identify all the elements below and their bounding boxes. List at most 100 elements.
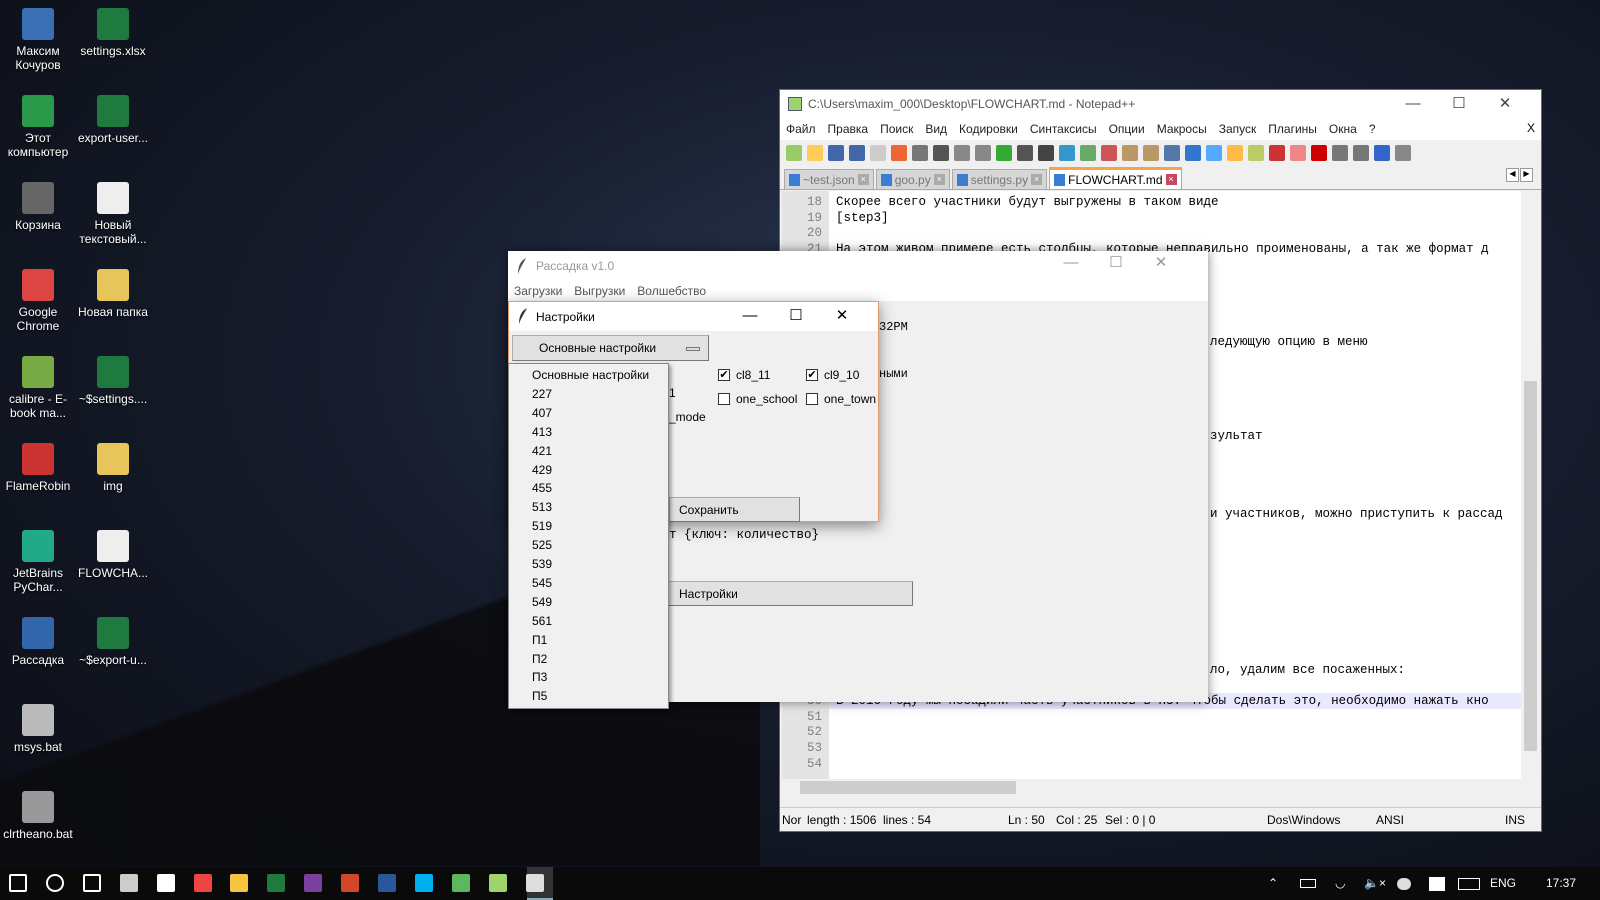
dropdown-option[interactable]: 513 [532, 500, 552, 514]
toolbar-button[interactable] [912, 145, 928, 161]
desktop-icon[interactable]: Новый текстовый... [75, 182, 151, 246]
tab-scroll-right[interactable]: ▶ [1520, 168, 1533, 182]
menu-zagruzki[interactable]: Загрузки [514, 284, 562, 298]
menu-item[interactable]: ? [1369, 122, 1376, 136]
dropdown-option[interactable]: 561 [532, 614, 552, 628]
toolbar-button[interactable] [1101, 145, 1117, 161]
desktop-icon[interactable]: Корзина [0, 182, 76, 232]
dropdown-option[interactable]: 407 [532, 406, 552, 420]
toolbar-button[interactable] [1290, 145, 1306, 161]
toolbar-button[interactable] [1353, 145, 1369, 161]
dropdown-option[interactable]: 549 [532, 595, 552, 609]
tab-3[interactable]: FLOWCHART.md × [1049, 167, 1182, 189]
toolbar-button[interactable] [1059, 145, 1075, 161]
toolbar-button[interactable] [1248, 145, 1264, 161]
tab-scroll-left[interactable]: ◀ [1506, 168, 1519, 182]
rassadka-icon[interactable] [525, 874, 544, 892]
dropdown-option[interactable]: Основные настройки [532, 368, 649, 382]
search-icon[interactable] [45, 874, 64, 892]
tab-close-icon[interactable]: × [933, 174, 945, 185]
toolbar-button[interactable] [1122, 145, 1138, 161]
menu-close-doc[interactable]: X [1527, 121, 1535, 135]
action-center-icon[interactable] [1429, 877, 1445, 891]
vertical-scrollbar[interactable] [1522, 191, 1539, 779]
desktop-icon[interactable]: Рассадка [0, 617, 76, 667]
menu-item[interactable]: Файл [786, 122, 816, 136]
save-button[interactable]: Сохранить [669, 497, 800, 522]
menu-item[interactable]: Опции [1109, 122, 1145, 136]
start-icon[interactable] [9, 874, 27, 892]
checkbox-one_town[interactable]: one_town [806, 392, 876, 406]
maximize-button[interactable]: ☐ [1436, 90, 1482, 118]
skype-icon[interactable] [414, 874, 433, 892]
clock[interactable]: 17:37 [1546, 876, 1576, 890]
toolbar-button[interactable] [933, 145, 949, 161]
menu-volshebstvo[interactable]: Волшебство [637, 284, 706, 298]
desktop-icon[interactable]: Максим Кочуров [0, 8, 76, 72]
toolbar-button[interactable] [954, 145, 970, 161]
desktop-icon[interactable]: Этот компьютер [0, 95, 76, 159]
toolbar-button[interactable] [1164, 145, 1180, 161]
tab-2[interactable]: settings.py × [951, 169, 1048, 189]
tab-0[interactable]: ~test.json × [784, 169, 874, 189]
tab-close-icon[interactable]: × [1031, 174, 1043, 185]
close-button[interactable]: ✕ [1138, 249, 1184, 277]
toolbar-button[interactable] [1269, 145, 1285, 161]
dropdown-option[interactable]: 429 [532, 463, 552, 477]
section-optionmenu[interactable]: Основные настройки [512, 335, 709, 361]
desktop-icon[interactable]: ~$settings.... [75, 356, 151, 406]
toolbar-button[interactable] [786, 145, 802, 161]
close-button[interactable]: ✕ [1482, 90, 1528, 118]
wifi-icon[interactable]: ◡ [1335, 876, 1345, 890]
volume-muted-icon[interactable]: 🔈× [1364, 876, 1386, 890]
checkbox-box[interactable] [718, 393, 730, 405]
checkbox-box[interactable]: ✔ [718, 369, 730, 381]
desktop-icon[interactable]: clrtheano.bat [0, 791, 76, 841]
task-view-icon[interactable] [82, 874, 101, 892]
explorer-icon[interactable] [230, 874, 249, 892]
maximize-button[interactable]: ☐ [773, 302, 819, 330]
excel-icon[interactable] [267, 874, 286, 892]
minimize-button[interactable]: — [1390, 90, 1436, 118]
dropdown-option[interactable]: 519 [532, 519, 552, 533]
toolbar-button[interactable] [1374, 145, 1390, 161]
menu-item[interactable]: Поиск [880, 122, 913, 136]
toolbar-button[interactable] [1227, 145, 1243, 161]
menu-item[interactable]: Вид [925, 122, 947, 136]
toolbar-button[interactable] [849, 145, 865, 161]
utorrent-icon[interactable] [451, 874, 470, 892]
tab-close-icon[interactable]: × [857, 174, 869, 185]
scroll-thumb[interactable] [1524, 381, 1537, 751]
toolbar-button[interactable] [807, 145, 823, 161]
horizontal-scrollbar[interactable] [782, 779, 1504, 796]
checkbox-one_school[interactable]: one_school [718, 392, 797, 406]
desktop-icon[interactable]: calibre - E-book ma... [0, 356, 76, 420]
minimize-button[interactable]: — [727, 302, 773, 330]
desktop-icon[interactable]: JetBrains PyChar... [0, 530, 76, 594]
toolbar-button[interactable] [975, 145, 991, 161]
menu-item[interactable]: Кодировки [959, 122, 1018, 136]
desktop-icon[interactable]: Google Chrome [0, 269, 76, 333]
menu-vygruzki[interactable]: Выгрузки [574, 284, 625, 298]
close-button[interactable]: ✕ [819, 302, 865, 330]
calculator-icon[interactable] [119, 874, 138, 892]
tab-1[interactable]: goo.py × [875, 169, 950, 189]
dropdown-option[interactable]: 227 [532, 387, 552, 401]
toolbar-button[interactable] [828, 145, 844, 161]
toolbar-button[interactable] [1017, 145, 1033, 161]
battery-icon[interactable] [1300, 879, 1316, 888]
tab-close-icon[interactable]: × [1165, 174, 1177, 185]
onenote-icon[interactable] [304, 874, 323, 892]
menu-item[interactable]: Плагины [1268, 122, 1317, 136]
dropdown-option[interactable]: 413 [532, 425, 552, 439]
toolbar-button[interactable] [1206, 145, 1222, 161]
keyboard-icon[interactable] [1458, 878, 1480, 890]
desktop-icon[interactable]: FLOWCHA... [75, 530, 151, 580]
desktop-icon[interactable]: ~$export-u... [75, 617, 151, 667]
menu-item[interactable]: Правка [828, 122, 869, 136]
toolbar-button[interactable] [1080, 145, 1096, 161]
show-hidden-icons[interactable]: ⌃ [1268, 876, 1278, 890]
toolbar-button[interactable] [1038, 145, 1054, 161]
powerpoint-icon[interactable] [341, 874, 360, 892]
dropdown-option[interactable]: 421 [532, 444, 552, 458]
